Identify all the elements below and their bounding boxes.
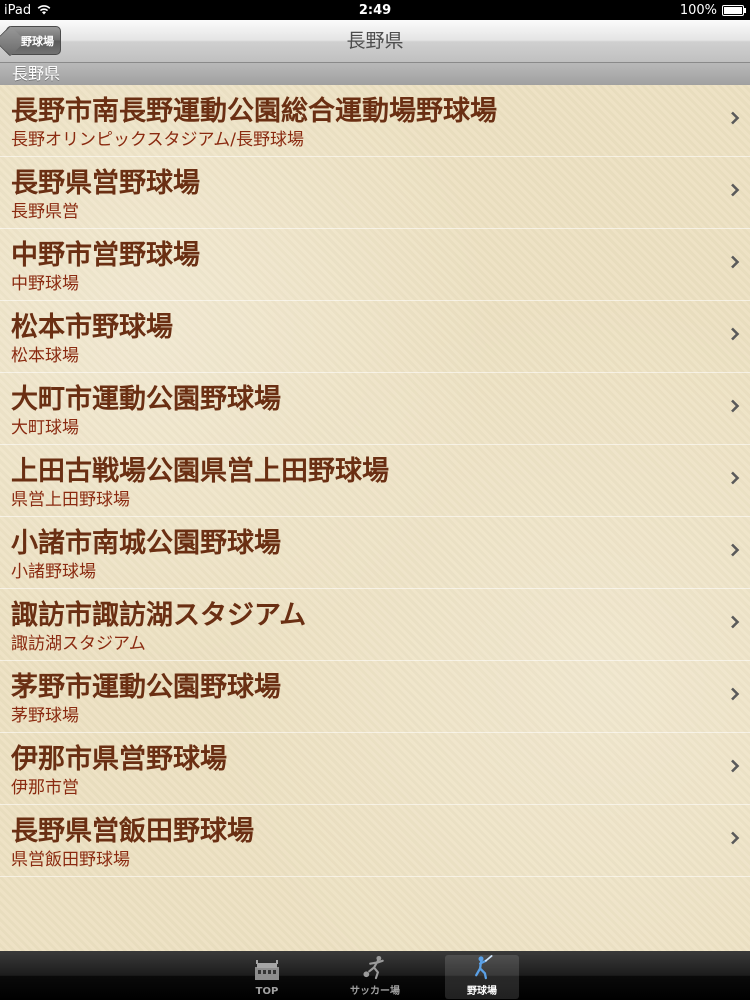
list-item[interactable]: 長野県営野球場長野県営: [0, 157, 750, 229]
stadium-alias: 県営上田野球場: [11, 490, 130, 510]
chevron-right-icon: [731, 759, 740, 773]
back-button[interactable]: 野球場: [6, 26, 61, 55]
status-bar: iPad 2:49 100%: [0, 0, 750, 20]
list-item[interactable]: 茅野市運動公園野球場茅野球場: [0, 661, 750, 733]
stadium-alias: 県営飯田野球場: [11, 850, 130, 870]
chevron-right-icon: [731, 615, 740, 629]
page-title: 長野県: [346, 30, 404, 52]
stadium-name: 上田古戦場公園県営上田野球場: [11, 456, 389, 487]
tab-top[interactable]: TOP: [230, 955, 304, 999]
stadium-name: 長野県営野球場: [11, 168, 200, 199]
stadium-alias: 諏訪湖スタジアム: [11, 634, 146, 654]
stadium-alias: 中野球場: [11, 274, 79, 294]
status-time: 2:49: [358, 2, 392, 18]
tab-soccer[interactable]: サッカー場: [338, 955, 412, 999]
stadium-name: 茅野市運動公園野球場: [11, 672, 281, 703]
baseball-player-icon: [475, 955, 493, 980]
navigation-bar: 長野県 野球場: [0, 20, 750, 63]
stadium-name: 松本市野球場: [11, 312, 173, 343]
list-item[interactable]: 大町市運動公園野球場大町球場: [0, 373, 750, 445]
stadium-alias: 大町球場: [11, 418, 79, 438]
list-item[interactable]: 伊那市県営野球場伊那市営: [0, 733, 750, 805]
prefecture-list[interactable]: 長野県 長野市南長野運動公園総合運動場野球場長野オリンピックスタジアム/長野球場…: [0, 63, 750, 951]
stadium-alias: 長野県営: [11, 202, 79, 222]
section-header: 長野県: [0, 63, 750, 85]
stadium-icon: [255, 960, 279, 980]
stadium-name: 長野県営飯田野球場: [11, 816, 254, 847]
battery-percent: 100%: [679, 2, 717, 18]
list-item[interactable]: 諏訪市諏訪湖スタジアム諏訪湖スタジアム: [0, 589, 750, 661]
chevron-right-icon: [731, 183, 740, 197]
back-button-label: 野球場: [21, 34, 54, 48]
stadium-name: 大町市運動公園野球場: [11, 384, 281, 415]
list-item[interactable]: 長野市南長野運動公園総合運動場野球場長野オリンピックスタジアム/長野球場: [0, 85, 750, 157]
stadium-name: 中野市営野球場: [11, 240, 200, 271]
soccer-player-icon: [363, 955, 384, 980]
stadium-alias: 松本球場: [11, 346, 79, 366]
tab-top-label: TOP: [255, 986, 279, 997]
chevron-right-icon: [731, 255, 740, 269]
stadium-alias: 小諸野球場: [11, 562, 96, 582]
tab-baseball[interactable]: 野球場: [445, 955, 519, 999]
tab-bar: TOP サッカー場 野球場: [0, 951, 750, 1000]
chevron-right-icon: [731, 543, 740, 557]
stadium-alias: 伊那市営: [11, 778, 79, 798]
stadium-alias: 長野オリンピックスタジアム/長野球場: [11, 130, 305, 150]
stadium-name: 伊那市県営野球場: [11, 744, 227, 775]
chevron-right-icon: [731, 111, 740, 125]
chevron-right-icon: [731, 327, 740, 341]
list-item[interactable]: 長野県営飯田野球場県営飯田野球場: [0, 805, 750, 877]
chevron-right-icon: [731, 687, 740, 701]
stadium-name: 小諸市南城公園野球場: [11, 528, 281, 559]
tab-soccer-label: サッカー場: [350, 986, 400, 997]
list-item[interactable]: 中野市営野球場中野球場: [0, 229, 750, 301]
stadium-alias: 茅野球場: [11, 706, 79, 726]
battery-icon: [722, 4, 746, 16]
tab-baseball-label: 野球場: [467, 986, 497, 997]
chevron-right-icon: [731, 471, 740, 485]
chevron-right-icon: [731, 399, 740, 413]
list-item[interactable]: 松本市野球場松本球場: [0, 301, 750, 373]
list-item[interactable]: 小諸市南城公園野球場小諸野球場: [0, 517, 750, 589]
stadium-name: 諏訪市諏訪湖スタジアム: [11, 600, 307, 631]
list-item[interactable]: 上田古戦場公園県営上田野球場県営上田野球場: [0, 445, 750, 517]
chevron-right-icon: [731, 831, 740, 845]
stadium-name: 長野市南長野運動公園総合運動場野球場: [11, 96, 497, 127]
